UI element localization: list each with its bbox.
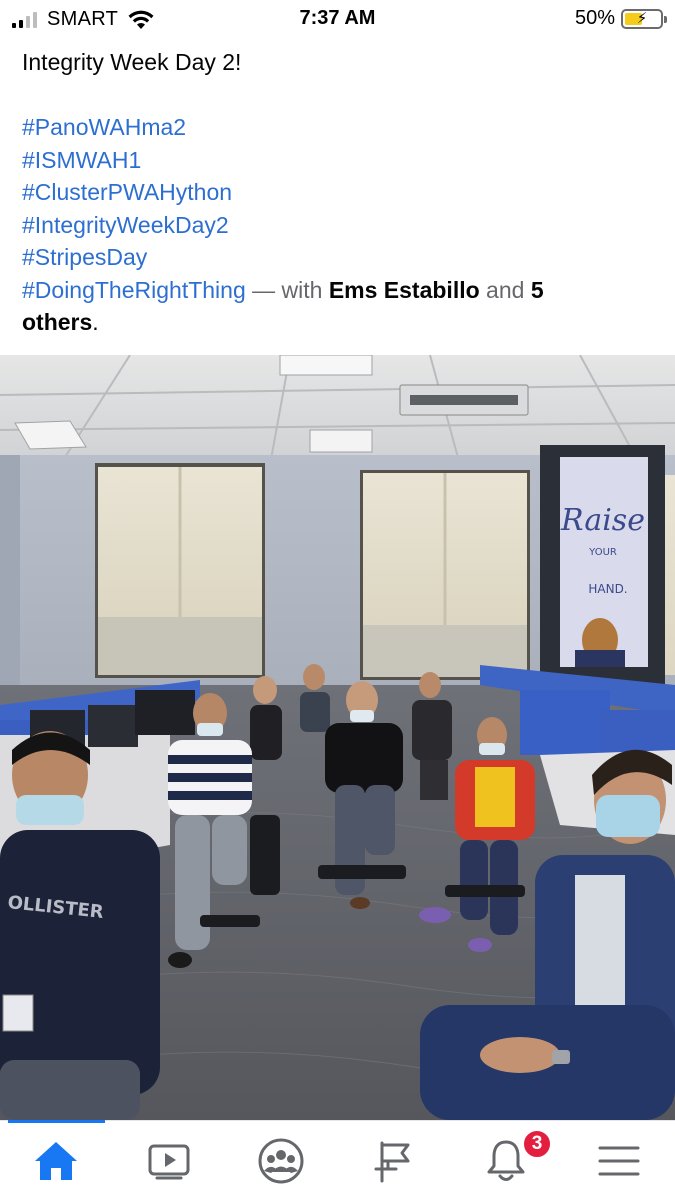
post-title: Integrity Week Day 2! (22, 49, 242, 75)
charging-bolt-icon: ⚡ (636, 9, 648, 27)
notifications-bell-icon (487, 1140, 525, 1181)
hashtag-link[interactable]: #ISMWAH1 (22, 147, 141, 173)
tab-pages[interactable] (338, 1121, 451, 1200)
tab-notifications[interactable]: 3 (450, 1121, 563, 1200)
with-connector-text: — with (245, 276, 329, 303)
notification-badge: 3 (522, 1129, 552, 1159)
tab-home[interactable] (0, 1120, 113, 1200)
battery-percent: 50% (574, 7, 615, 29)
battery-icon: ⚡ (621, 8, 667, 29)
office-group-photo: Raise YOUR HAND. OLLISTER (0, 355, 675, 1120)
pages-flag-icon (374, 1141, 410, 1182)
others-label-link[interactable]: others (22, 309, 92, 335)
and-connector-text: and (479, 276, 531, 303)
status-bar: SMART 7:37 AM 50% ⚡ (0, 0, 675, 38)
status-right: 50% ⚡ (574, 7, 667, 30)
hashtag-link[interactable]: #StripesDay (22, 244, 147, 270)
home-icon (35, 1141, 78, 1180)
tab-menu[interactable] (563, 1121, 675, 1200)
poster-small-text: YOUR (588, 547, 617, 558)
groups-icon (258, 1138, 304, 1183)
watch-video-icon (148, 1144, 190, 1179)
post-caption: Integrity Week Day 2! #PanoWAHma2 #ISMWA… (22, 46, 652, 339)
hashtag-link[interactable]: #PanoWAHma2 (22, 114, 186, 140)
menu-icon (598, 1146, 640, 1175)
tagged-person-link[interactable]: Ems Estabillo (329, 277, 480, 303)
clock: 7:37 AM (299, 7, 376, 29)
tab-watch[interactable] (113, 1121, 226, 1200)
poster-hand-text: HAND. (588, 582, 627, 596)
poster-script-text: Raise (560, 503, 645, 538)
bottom-tab-bar: 3 (0, 1120, 675, 1200)
hashtag-link[interactable]: #DoingTheRightThing (22, 277, 246, 303)
others-count-link[interactable]: 5 (531, 277, 544, 303)
hashtag-link[interactable]: #ClusterPWAHython (22, 179, 232, 205)
tab-groups[interactable] (225, 1121, 338, 1200)
caption-period: . (92, 309, 99, 335)
post-photo[interactable]: Raise YOUR HAND. OLLISTER (0, 355, 675, 1120)
hashtag-link[interactable]: #IntegrityWeekDay2 (22, 212, 229, 238)
